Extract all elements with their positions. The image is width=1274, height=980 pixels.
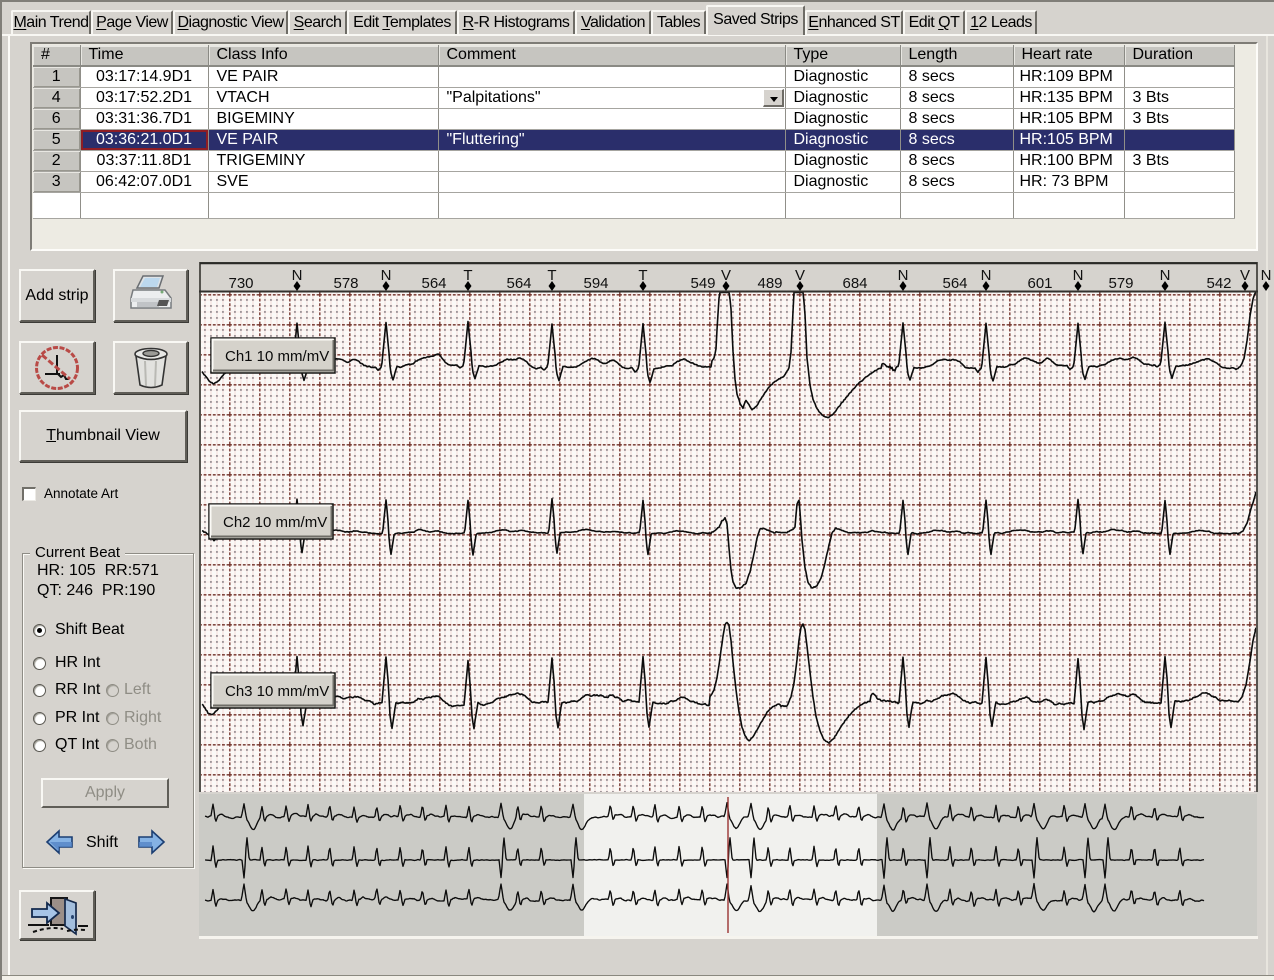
svg-text:579: 579 — [1108, 275, 1133, 292]
svg-text:Ch2 10 mm/mV: Ch2 10 mm/mV — [223, 514, 327, 531]
svg-text:542: 542 — [1206, 275, 1231, 292]
svg-text:Ch3 10 mm/mV: Ch3 10 mm/mV — [225, 683, 329, 700]
svg-text:578: 578 — [333, 275, 358, 292]
svg-text:564: 564 — [506, 275, 531, 292]
svg-text:564: 564 — [942, 275, 967, 292]
svg-text:549: 549 — [690, 275, 715, 292]
svg-text:Ch1 10 mm/mV: Ch1 10 mm/mV — [225, 348, 329, 365]
svg-text:489: 489 — [757, 275, 782, 292]
svg-text:594: 594 — [583, 275, 608, 292]
svg-text:730: 730 — [228, 275, 253, 292]
svg-text:601: 601 — [1027, 275, 1052, 292]
svg-text:684: 684 — [842, 275, 867, 292]
svg-text:564: 564 — [421, 275, 446, 292]
